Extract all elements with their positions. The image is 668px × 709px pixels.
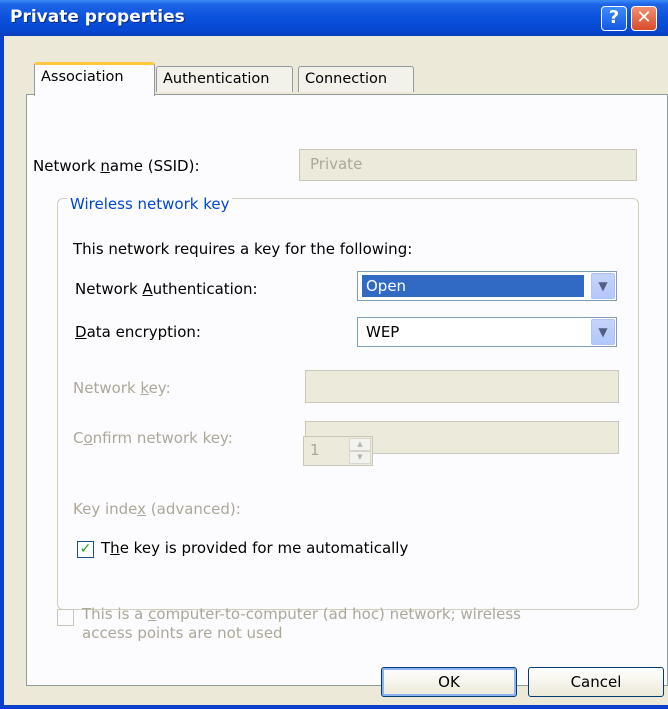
auto-key-label: The key is provided for me automatically	[101, 539, 409, 557]
association-panel: Network name (SSID): Private Wireless ne…	[26, 94, 668, 686]
chevron-down-icon[interactable]: ▼	[591, 273, 615, 299]
arrow-down-icon[interactable]: ▼	[349, 451, 371, 464]
ssid-label: Network name (SSID):	[33, 157, 200, 175]
title-bar[interactable]: Private properties ? ✕	[0, 0, 668, 36]
wireless-key-group-title: Wireless network key	[67, 195, 233, 213]
tab-connection[interactable]: Connection	[298, 66, 414, 92]
data-encryption-select[interactable]: WEP ▼	[357, 317, 617, 347]
requires-key-text: This network requires a key for the foll…	[73, 240, 413, 258]
chevron-down-icon[interactable]: ▼	[591, 319, 615, 345]
help-button[interactable]: ?	[601, 6, 627, 31]
data-encryption-value: WEP	[366, 323, 400, 341]
network-authentication-label: Network Authentication:	[75, 280, 258, 298]
auto-key-checkbox[interactable]: ✓	[77, 541, 94, 558]
arrow-up-icon[interactable]: ▲	[349, 438, 371, 451]
adhoc-label-line1: This is a computer-to-computer (ad hoc) …	[82, 605, 521, 623]
key-index-spinner[interactable]: 1 ▲ ▼	[303, 436, 373, 466]
dialog-window: Private properties ? ✕ Association Authe…	[0, 0, 668, 709]
tab-association[interactable]: Association	[34, 62, 155, 96]
data-encryption-label: Data encryption:	[75, 323, 201, 341]
key-index-label: Key index (advanced):	[73, 500, 241, 518]
ok-button[interactable]: OK	[381, 667, 517, 697]
window-title: Private properties	[10, 7, 185, 27]
network-authentication-value: Open	[362, 275, 584, 297]
key-index-value: 1	[310, 441, 320, 459]
network-key-label: Network key:	[73, 379, 171, 397]
dialog-client-area: Association Authentication Connection Ne…	[4, 36, 668, 705]
tab-authentication[interactable]: Authentication	[156, 66, 293, 92]
checkmark-icon: ✓	[79, 541, 92, 557]
close-button[interactable]: ✕	[631, 6, 657, 31]
confirm-network-key-label: Confirm network key:	[73, 429, 233, 447]
adhoc-checkbox[interactable]	[57, 609, 74, 626]
cancel-button[interactable]: Cancel	[528, 667, 664, 697]
network-key-field[interactable]	[305, 370, 619, 403]
network-authentication-select[interactable]: Open ▼	[357, 271, 617, 301]
adhoc-label-line2: access points are not used	[82, 624, 283, 642]
